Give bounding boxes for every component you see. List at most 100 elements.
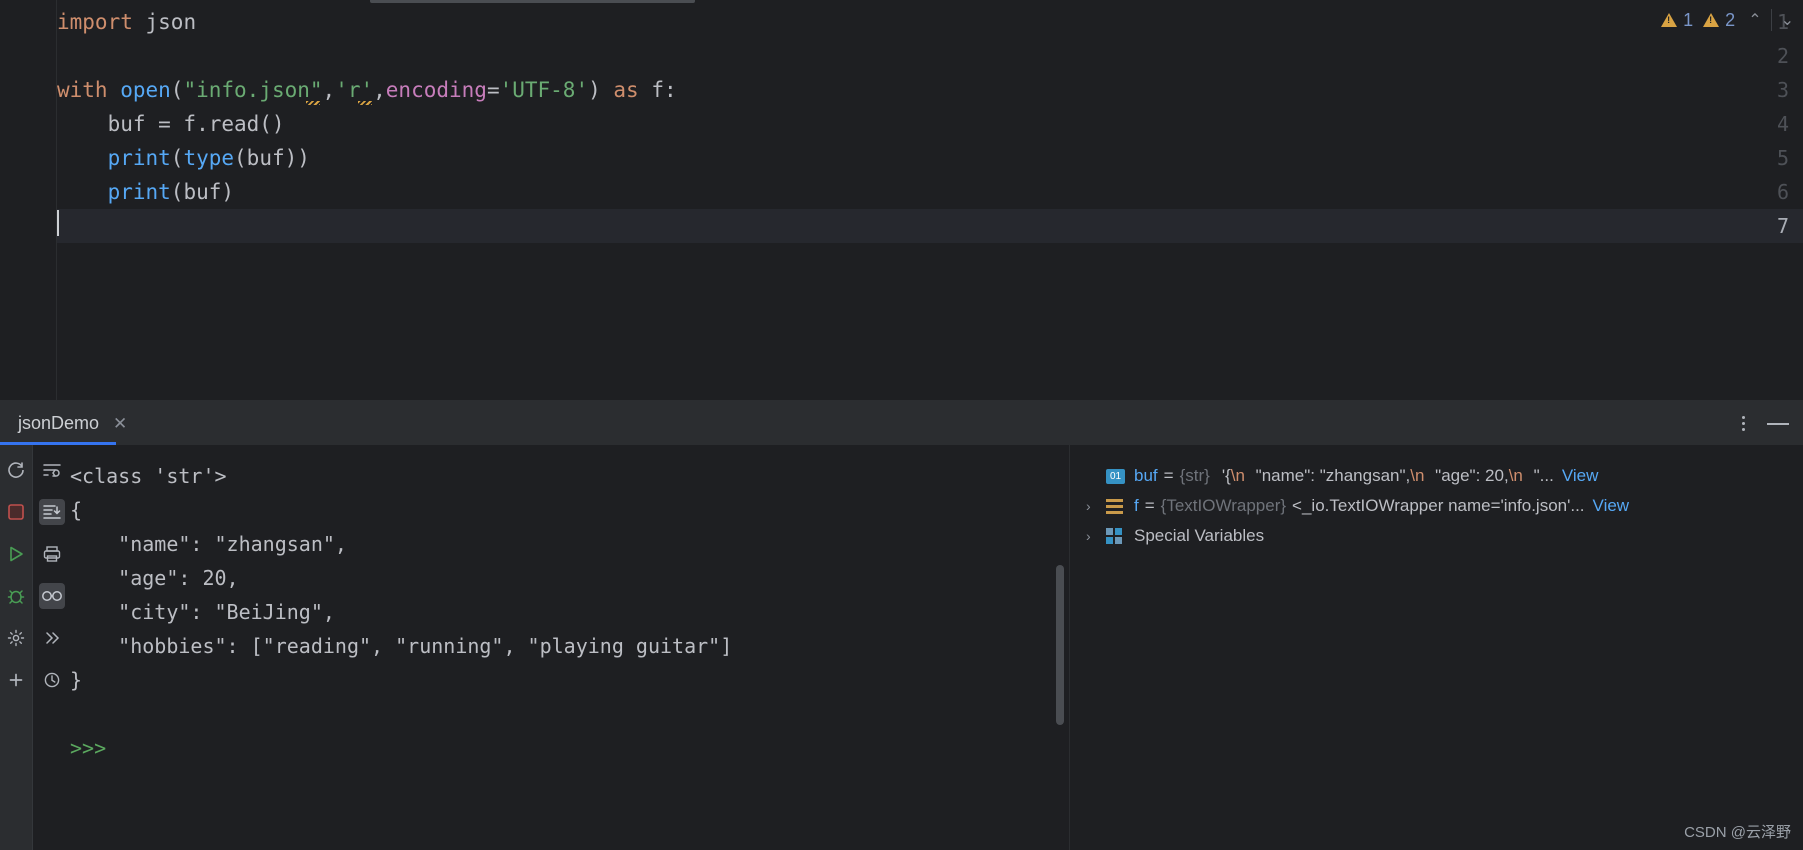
code-line-5[interactable]: print(type(buf)) xyxy=(57,141,310,175)
token-fn: print xyxy=(107,180,171,204)
variable-name: buf xyxy=(1134,466,1158,485)
console-line: { xyxy=(70,498,83,522)
watermark: CSDN @云泽野 xyxy=(1684,824,1791,841)
chevrons-right-icon[interactable] xyxy=(39,625,65,651)
line-number-5: 5 xyxy=(1776,146,1789,170)
run-icon[interactable] xyxy=(3,541,29,567)
debug-icon[interactable] xyxy=(3,583,29,609)
code-editor[interactable]: 1234567 import json with open("info.json"… xyxy=(0,0,1803,400)
warning-count-primary: 1 xyxy=(1683,9,1694,30)
console-line: } xyxy=(70,668,83,692)
console-line: "name": "zhangsan", xyxy=(70,532,347,556)
ide-window: 1234567 import json with open("info.json"… xyxy=(0,0,1803,850)
escape-sequence: \n xyxy=(1410,466,1425,485)
text-caret xyxy=(57,210,59,236)
expand-arrow-icon[interactable]: › xyxy=(1086,498,1106,514)
gear-icon[interactable] xyxy=(3,625,29,651)
add-icon[interactable] xyxy=(3,667,29,693)
token-fn: open xyxy=(120,78,171,102)
close-icon[interactable]: ✕ xyxy=(113,414,127,434)
value-fragment: '{ xyxy=(1221,466,1231,485)
value-truncation-ellipsis: ... xyxy=(1539,466,1554,485)
token-plain: = xyxy=(486,78,500,102)
run-tool-window: jsonDemo ✕ <class 'str'> {"name": "zhan… xyxy=(0,402,1803,850)
expand-arrow-icon[interactable]: › xyxy=(1086,528,1106,544)
console-actions-rail xyxy=(36,445,68,850)
variable-row[interactable]: › Special Variables xyxy=(1070,521,1803,551)
object-variable-icon xyxy=(1106,498,1126,514)
special-variables-label: Special Variables xyxy=(1134,526,1265,545)
line-number-4: 4 xyxy=(1776,112,1789,136)
editor-tab-accent xyxy=(370,0,695,3)
warning-triangle-icon xyxy=(1661,13,1678,27)
token-kw: with xyxy=(57,78,121,102)
run-tab-label: jsonDemo xyxy=(18,413,100,433)
code-line-4[interactable]: buf = f.read() xyxy=(57,107,285,141)
token-plain: buf = f.read() xyxy=(57,112,285,136)
console-scrollbar[interactable] xyxy=(1056,565,1064,725)
variables-panel[interactable]: 01 buf = {str} '{\n "name": "zhangsan",\n "a… xyxy=(1070,445,1803,850)
token-plain: ( xyxy=(170,78,184,102)
token-fn: type xyxy=(183,146,235,170)
line-number-3: 3 xyxy=(1776,78,1789,102)
rail-divider xyxy=(32,445,33,850)
soft-wrap-icon[interactable] xyxy=(39,457,65,483)
widget-divider xyxy=(1770,9,1772,31)
escape-sequence: \n xyxy=(1230,466,1245,485)
value-fragment: "name": "zhangsan", xyxy=(1250,466,1411,485)
variable-type: {str} xyxy=(1179,466,1210,485)
escape-sequence: \n xyxy=(1508,466,1523,485)
variable-row[interactable]: 01 buf = {str} '{\n "name": "zhangsan",\n "a… xyxy=(1070,461,1803,491)
print-icon[interactable] xyxy=(39,541,65,567)
token-plain: (buf)) xyxy=(234,146,310,170)
run-window-controls xyxy=(1742,402,1789,445)
rerun-icon[interactable] xyxy=(3,457,29,483)
view-value-link[interactable]: View xyxy=(1562,466,1599,486)
value-fragment: " xyxy=(1528,466,1540,485)
run-actions-rail xyxy=(0,445,32,850)
token-plain: ( xyxy=(170,146,184,170)
token-plain: , xyxy=(322,78,336,102)
token-str: 'r' xyxy=(335,78,374,102)
previous-problem-icon[interactable]: ⌃ xyxy=(1745,10,1764,30)
scroll-to-end-icon[interactable] xyxy=(39,499,65,525)
next-problem-icon[interactable]: ⌄ xyxy=(1778,10,1797,30)
glasses-icon[interactable] xyxy=(39,583,65,609)
variable-row[interactable]: › f = {TextIOWrapper} <_io.TextIOWrapper nam… xyxy=(1070,491,1803,521)
special-variables-icon xyxy=(1106,528,1126,544)
inspection-widget[interactable]: 1 2 ⌃ ⌄ xyxy=(1661,6,1797,34)
variable-equals: = xyxy=(1163,466,1174,485)
console-output[interactable]: <class 'str'> { "name": "zhangsan", "age"… xyxy=(68,445,1070,850)
warning-count-secondary: 2 xyxy=(1725,9,1736,30)
warning-squiggle-2 xyxy=(358,101,372,105)
token-plain: ) xyxy=(588,78,614,102)
code-line-6[interactable]: print(buf) xyxy=(57,175,234,209)
console-prompt: >>> xyxy=(70,736,107,760)
line-number-6: 6 xyxy=(1776,180,1789,204)
code-line-1[interactable]: import json xyxy=(57,5,196,39)
run-window-body: <class 'str'> { "name": "zhangsan", "age"… xyxy=(0,445,1803,850)
token-fn: print xyxy=(107,146,171,170)
console-line: "city": "BeiJing", xyxy=(70,600,335,624)
variable-value: <_io.TextIOWrapper name='info.json' xyxy=(1292,496,1571,515)
clock-icon[interactable] xyxy=(39,667,65,693)
more-options-icon[interactable] xyxy=(1742,416,1745,431)
token-param: encoding xyxy=(385,78,487,102)
stop-icon[interactable] xyxy=(3,499,29,525)
value-fragment: "age": 20, xyxy=(1430,466,1509,485)
token-str: "info.json" xyxy=(183,78,323,102)
token-plain: , xyxy=(373,78,386,102)
run-tab-jsondemo[interactable]: jsonDemo ✕ xyxy=(0,402,145,445)
token-str: 'UTF-8' xyxy=(499,78,589,102)
string-variable-icon: 01 xyxy=(1106,468,1126,484)
minimize-icon[interactable] xyxy=(1767,422,1789,425)
token-plain: json xyxy=(145,10,197,34)
variable-type: {TextIOWrapper} xyxy=(1160,496,1287,515)
editor-gutter[interactable] xyxy=(0,0,57,400)
line-number-7: 7 xyxy=(1776,214,1789,238)
token-kw: import xyxy=(57,10,146,34)
view-value-link[interactable]: View xyxy=(1593,496,1630,516)
